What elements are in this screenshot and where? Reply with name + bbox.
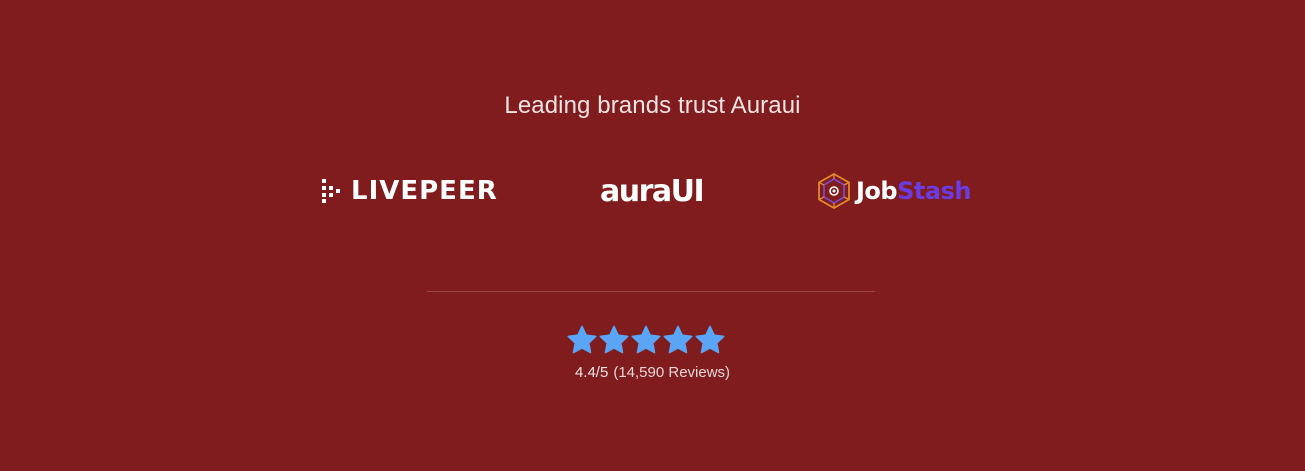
section-divider [427, 291, 875, 292]
livepeer-wordmark: LIVEPEER [351, 176, 498, 206]
jobstash-wordmark: JobStash [856, 173, 971, 209]
auraui-wordmark: auraUI [600, 174, 705, 209]
review-count: (14,590 Reviews) [613, 364, 731, 381]
star-icon [663, 325, 693, 354]
jobstash-wordmark-job: Job [856, 177, 898, 205]
trusted-brands-section: Leading brands trust Auraui LIVEPEER aur… [0, 0, 1305, 471]
rating-score: 4.4/5 [574, 364, 609, 381]
jobstash-logo: JobStash [817, 173, 971, 209]
rating-summary: 4.4/5 (14,590 Reviews) [0, 364, 1305, 381]
rating-stars [566, 324, 726, 356]
livepeer-dots-icon [322, 179, 340, 203]
star-icon [631, 325, 661, 354]
auraui-logo: auraUI [600, 174, 705, 209]
star-icon [599, 325, 629, 354]
jobstash-wordmark-stash: Stash [897, 177, 971, 205]
star-icon [695, 325, 725, 354]
livepeer-logo: LIVEPEER [322, 177, 498, 205]
star-icon [567, 325, 597, 354]
section-heading: Leading brands trust Auraui [504, 92, 801, 119]
jobstash-cube-icon [818, 173, 850, 209]
